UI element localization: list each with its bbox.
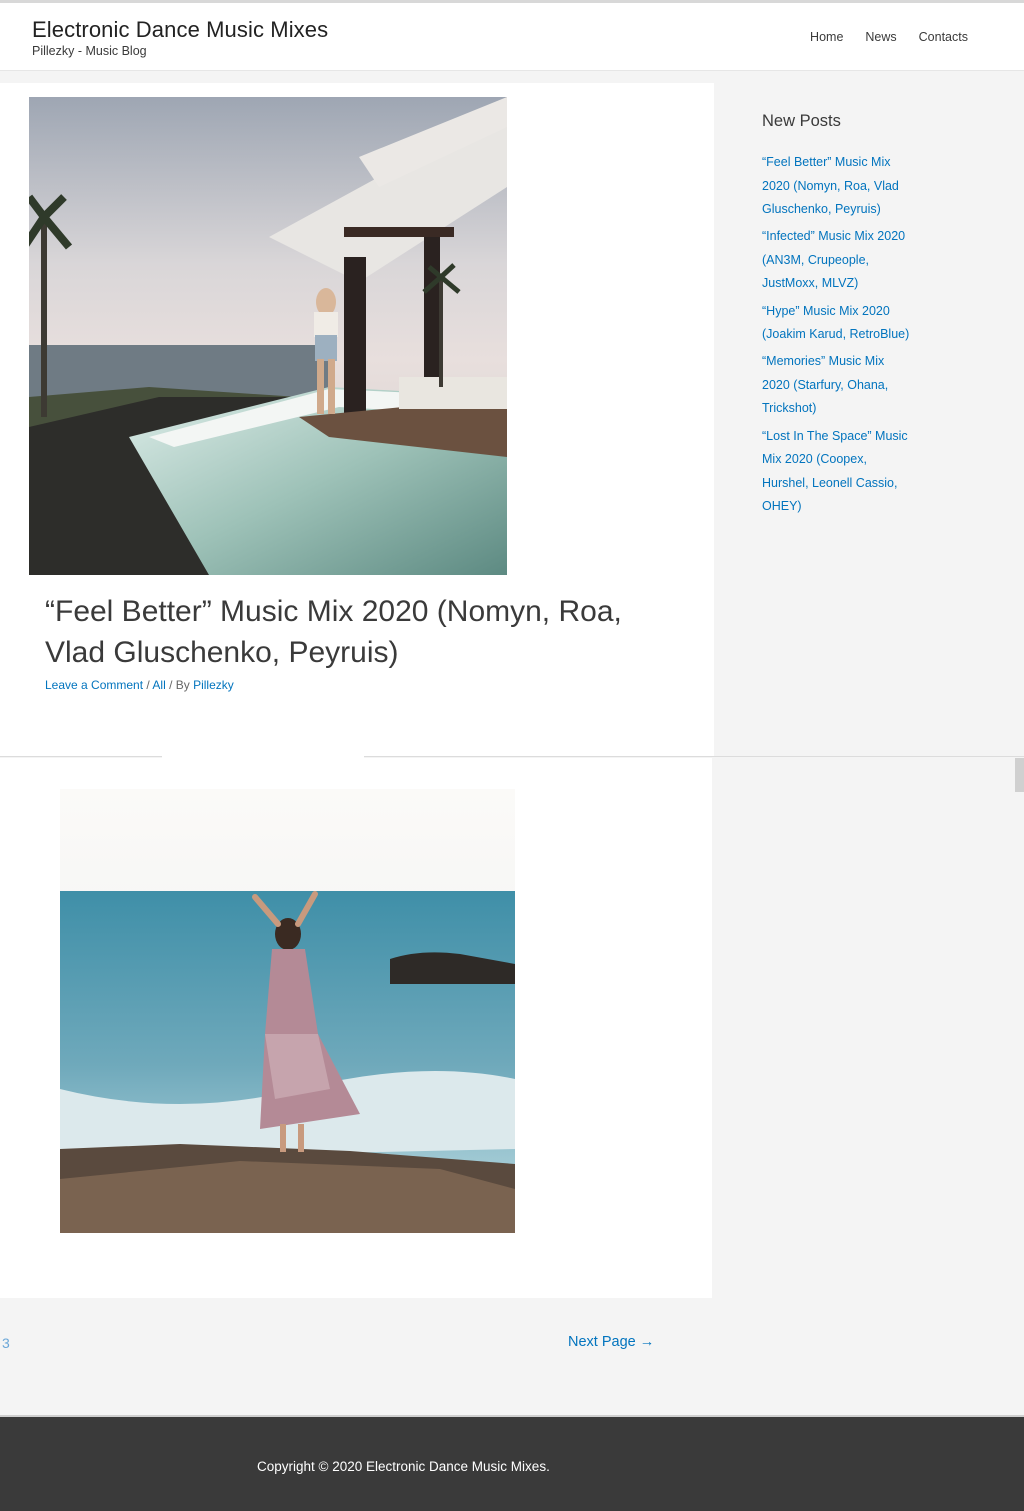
site-title[interactable]: Electronic Dance Music Mixes — [32, 17, 328, 43]
leave-comment-link[interactable]: Leave a Comment — [45, 678, 143, 692]
recent-post-link[interactable]: “Memories” Music Mix 2020 (Starfury, Oha… — [762, 354, 888, 415]
site-header: Electronic Dance Music Mixes Pillezky - … — [0, 3, 1024, 71]
nav-home-link[interactable]: Home — [810, 30, 843, 44]
recent-post-item: “Memories” Music Mix 2020 (Starfury, Oha… — [762, 350, 912, 421]
post-title[interactable]: “Feel Better” Music Mix 2020 (Nomyn, Roa… — [45, 591, 685, 673]
category-link[interactable]: All — [152, 678, 165, 692]
post-featured-image[interactable] — [29, 97, 507, 575]
sidebar: New Posts “Feel Better” Music Mix 2020 (… — [762, 112, 912, 522]
recent-post-link[interactable]: “Hype” Music Mix 2020 (Joakim Karud, Ret… — [762, 304, 909, 342]
site-tagline: Pillezky - Music Blog — [32, 44, 147, 58]
copyright-text: Copyright © 2020 Electronic Dance Music … — [257, 1459, 550, 1474]
recent-post-link[interactable]: “Feel Better” Music Mix 2020 (Nomyn, Roa… — [762, 155, 899, 216]
recent-post-item: “Hype” Music Mix 2020 (Joakim Karud, Ret… — [762, 300, 912, 347]
meta-separator: / — [143, 678, 153, 692]
sidebar-heading: New Posts — [762, 112, 841, 130]
post-featured-image[interactable] — [60, 789, 515, 1233]
author-link[interactable]: Pillezky — [193, 678, 234, 692]
nav-news-link[interactable]: News — [865, 30, 896, 44]
meta-by: / By — [165, 678, 194, 692]
recent-post-item: “Feel Better” Music Mix 2020 (Nomyn, Roa… — [762, 151, 912, 222]
recent-post-item: “Infected” Music Mix 2020 (AN3M, Crupeop… — [762, 225, 912, 296]
scrollbar-thumb[interactable] — [1015, 758, 1024, 792]
recent-posts-list: “Feel Better” Music Mix 2020 (Nomyn, Roa… — [762, 151, 912, 519]
prev-page-number[interactable]: 3 — [2, 1335, 10, 1351]
post-card: “Feel Better” Music Mix 2020 (Nomyn, Roa… — [0, 83, 714, 757]
post-card — [0, 758, 712, 1298]
recent-post-item: “Lost In The Space” Music Mix 2020 (Coop… — [762, 425, 912, 519]
site-footer: Copyright © 2020 Electronic Dance Music … — [0, 1415, 1024, 1511]
post-meta: Leave a Comment / All / By Pillezky — [45, 678, 234, 692]
main-nav: Home News Contacts — [788, 30, 968, 44]
post-divider — [0, 756, 1024, 757]
recent-post-link[interactable]: “Lost In The Space” Music Mix 2020 (Coop… — [762, 429, 908, 514]
next-page-link[interactable]: Next Page → — [568, 1334, 654, 1350]
recent-post-link[interactable]: “Infected” Music Mix 2020 (AN3M, Crupeop… — [762, 229, 905, 290]
nav-contacts-link[interactable]: Contacts — [919, 30, 968, 44]
